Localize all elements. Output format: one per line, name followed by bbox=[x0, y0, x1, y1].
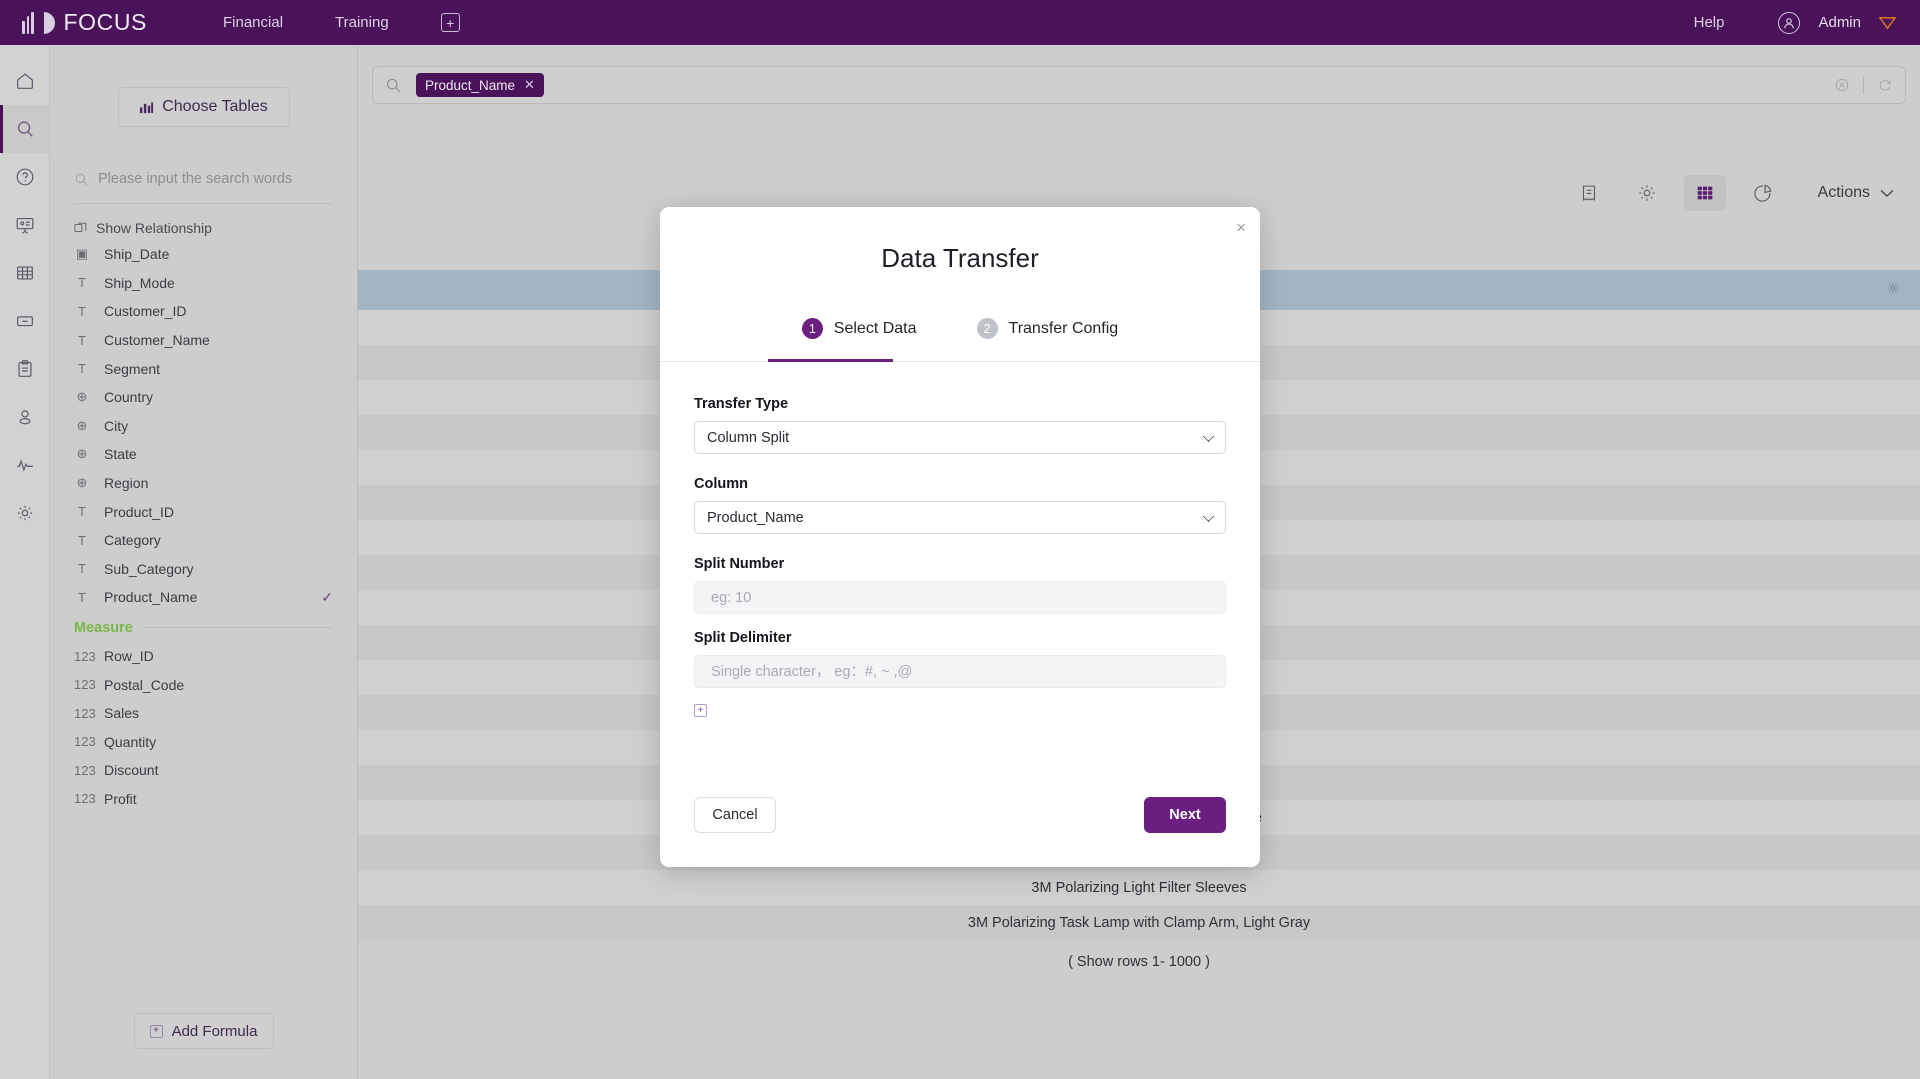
modal-overlay: × Data Transfer 1 Select Data 2 Transfer… bbox=[0, 0, 1920, 1079]
dialog-title: Data Transfer bbox=[881, 243, 1039, 273]
split-delimiter-label: Split Delimiter bbox=[694, 630, 792, 646]
step-label: Transfer Config bbox=[1008, 319, 1119, 337]
transfer-type-label: Transfer Type bbox=[694, 396, 789, 412]
next-button[interactable]: Next bbox=[1144, 797, 1226, 833]
cancel-button[interactable]: Cancel bbox=[694, 797, 776, 833]
dialog-footer: Cancel Next bbox=[660, 797, 1260, 867]
step-indicator: 1 Select Data 2 Transfer Config bbox=[660, 318, 1260, 362]
transfer-form: Transfer Type Column Split Column Produc… bbox=[660, 362, 1260, 717]
split-number-label: Split Number bbox=[694, 556, 785, 572]
split-delimiter-input[interactable] bbox=[694, 655, 1226, 688]
split-number-input[interactable] bbox=[694, 581, 1226, 614]
step-select-data[interactable]: 1 Select Data bbox=[801, 318, 917, 361]
step-label: Select Data bbox=[833, 319, 917, 337]
column-select[interactable]: Product_Name bbox=[694, 501, 1226, 534]
step-number: 1 bbox=[801, 318, 823, 339]
column-label: Column bbox=[694, 476, 748, 492]
close-icon[interactable]: × bbox=[1236, 219, 1246, 236]
data-transfer-dialog: × Data Transfer 1 Select Data 2 Transfer… bbox=[660, 207, 1260, 867]
step-number: 2 bbox=[976, 318, 998, 339]
step-transfer-config[interactable]: 2 Transfer Config bbox=[976, 318, 1119, 361]
add-delimiter-row-button[interactable]: + bbox=[694, 704, 707, 717]
app-root: FOCUS Financial Training + Help Admin Ch… bbox=[0, 0, 1920, 1079]
transfer-type-select[interactable]: Column Split bbox=[694, 421, 1226, 454]
